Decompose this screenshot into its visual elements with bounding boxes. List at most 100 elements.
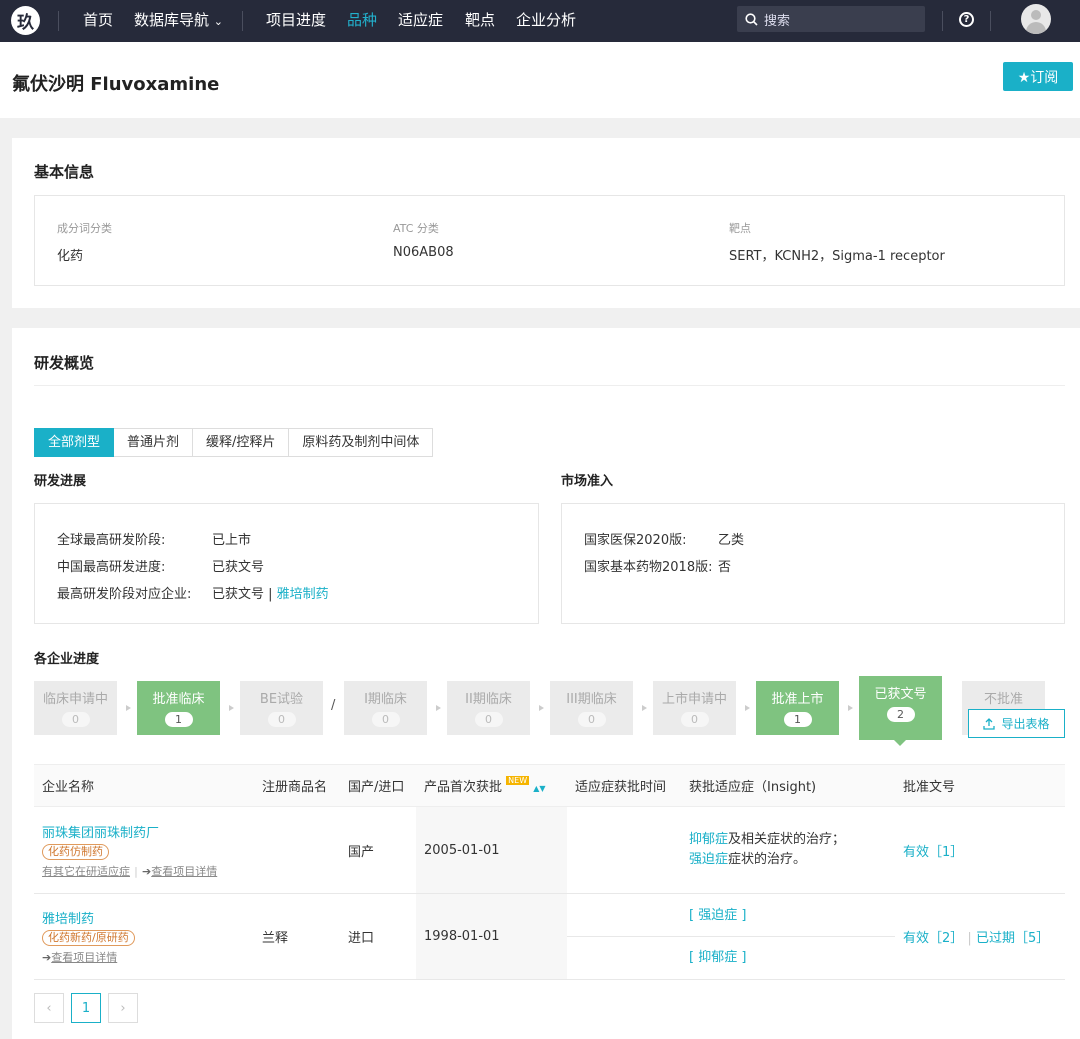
brand-cell: 兰释 xyxy=(254,893,340,980)
stage-name: I期临床 xyxy=(364,692,407,707)
selected-pointer xyxy=(894,740,906,746)
nav-home[interactable]: 首页 xyxy=(83,0,113,42)
stage-market-apply[interactable]: 上市申请中 0 xyxy=(653,681,736,735)
stage-name: 临床申请中 xyxy=(42,692,108,707)
indication-link[interactable]: [ 抑郁症 ] xyxy=(689,950,746,965)
logo[interactable]: 玖 xyxy=(11,6,40,35)
search-icon xyxy=(745,12,758,26)
help-icon[interactable]: ? xyxy=(959,12,974,27)
prev-page-button[interactable]: ‹ xyxy=(34,993,64,1023)
project-detail-link[interactable]: 查看项目详情 xyxy=(151,865,217,878)
stage-count: 2 xyxy=(886,707,915,722)
col-ind-time: 适应症获批时间 xyxy=(567,764,681,807)
arrow-icon xyxy=(848,705,853,711)
indication-link[interactable]: 强迫症 xyxy=(689,852,728,867)
field-value: SERT，KCNH2，Sigma-1 receptor xyxy=(729,249,945,264)
field-label: ATC 分类 xyxy=(393,222,439,235)
page-title: 氟伏沙明 Fluvoxamine xyxy=(12,74,220,95)
company-link[interactable]: 丽珠集团丽珠制药厂 xyxy=(42,822,254,841)
field-value: N06AB08 xyxy=(393,245,454,260)
approval-link[interactable]: 有效［2］ xyxy=(903,931,963,946)
stage-count: 0 xyxy=(577,712,606,727)
company-cell: 雅培制药 化药新药/原研药 ➔查看项目详情 xyxy=(34,893,254,980)
page-header: 氟伏沙明 Fluvoxamine ★订阅 xyxy=(0,42,1080,118)
nav-divider xyxy=(242,11,243,31)
upload-icon xyxy=(983,717,996,730)
chevron-down-icon: ⌄ xyxy=(213,15,224,28)
nav-indication[interactable]: 适应症 xyxy=(398,0,443,42)
stage-approval-number[interactable]: 已获文号 2 xyxy=(859,676,942,740)
indication-link[interactable]: 抑郁症 xyxy=(689,832,728,847)
stage-count: 0 xyxy=(474,712,503,727)
search-input[interactable]: 搜索 xyxy=(737,6,925,32)
basic-info-title: 基本信息 xyxy=(34,163,95,181)
stage-count: 1 xyxy=(783,712,812,727)
first-approval-cell: 1998-01-01 xyxy=(416,893,567,980)
nav-project-progress[interactable]: 项目进度 xyxy=(266,0,326,42)
field-value: 化药 xyxy=(57,249,84,264)
arrow-circle-icon: ➔ xyxy=(42,951,52,964)
field-label: 成分词分类 xyxy=(57,222,112,235)
indication-text: 症状的治疗。 xyxy=(728,852,807,867)
company-table: 企业名称 注册商品名 国产/进口 产品首次获批 NEW ▲▼ 适应症获批时间 获… xyxy=(34,764,1065,980)
col-indication: 获批适应症（Insight) xyxy=(681,764,895,807)
avatar[interactable] xyxy=(1021,4,1051,34)
type-tag: 化药新药/原研药 xyxy=(42,930,135,946)
stage-name: BE试验 xyxy=(259,692,304,707)
stage-phase-3[interactable]: III期临床 0 xyxy=(550,681,633,735)
nav-divider xyxy=(990,11,991,31)
nav-divider xyxy=(58,11,59,31)
ind-time-cell xyxy=(567,806,681,894)
col-first-approval[interactable]: 产品首次获批 NEW ▲▼ xyxy=(416,764,567,807)
field-label: 靶点 xyxy=(729,222,751,235)
first-approval-cell: 2005-01-01 xyxy=(416,806,567,894)
stage-name: 批准临床 xyxy=(152,692,205,707)
stage-clinical-apply[interactable]: 临床申请中 0 xyxy=(34,681,117,735)
basic-info-card: 基本信息 成分词分类 化药 ATC 分类 N06AB08 靶点 SERT，KCN… xyxy=(12,138,1080,308)
stage-count: 0 xyxy=(371,712,400,727)
stage-count: 1 xyxy=(164,712,193,727)
indication-cell: 抑郁症及相关症状的治疗； 强迫症症状的治疗。 xyxy=(681,806,895,894)
indication-cell: [ 强迫症 ] [ 抑郁症 ] xyxy=(567,893,895,980)
stage-market-approved[interactable]: 批准上市 1 xyxy=(756,681,839,735)
type-tag: 化药仿制药 xyxy=(42,843,109,860)
nav-variety[interactable]: 品种 xyxy=(347,0,377,42)
origin-cell: 进口 xyxy=(340,893,416,980)
project-detail-link[interactable]: 查看项目详情 xyxy=(51,951,117,964)
other-indication-link[interactable]: 有其它在研适应症 xyxy=(42,865,130,878)
subscribe-button[interactable]: ★订阅 xyxy=(1003,62,1073,91)
sort-icon[interactable]: ▲▼ xyxy=(533,784,545,793)
nav-database[interactable]: 数据库导航 ⌄ xyxy=(134,0,223,42)
brand-cell xyxy=(254,806,340,894)
basic-info-box: 成分词分类 化药 ATC 分类 N06AB08 靶点 SERT，KCNH2，Si… xyxy=(34,195,1065,286)
arrow-icon xyxy=(539,705,544,711)
next-page-button[interactable]: › xyxy=(108,993,138,1023)
col-brand: 注册商品名 xyxy=(254,764,340,807)
stage-clinical-approved[interactable]: 批准临床 1 xyxy=(137,681,220,735)
company-cell: 丽珠集团丽珠制药厂 化药仿制药 有其它在研适应症 | ➔查看项目详情 xyxy=(34,806,254,894)
stage-name: 批准上市 xyxy=(771,692,824,707)
arrow-icon xyxy=(229,705,234,711)
new-badge: NEW xyxy=(506,776,530,785)
export-table-button[interactable]: 导出表格 xyxy=(968,709,1065,738)
nav-company-analysis[interactable]: 企业分析 xyxy=(516,0,576,42)
nav-target[interactable]: 靶点 xyxy=(465,0,495,42)
stage-phase-1[interactable]: I期临床 0 xyxy=(344,681,427,735)
stage-name: 不批准 xyxy=(983,692,1023,707)
stage-count: 0 xyxy=(267,712,296,727)
stage-phase-2[interactable]: II期临床 0 xyxy=(447,681,530,735)
approval-link[interactable]: 已过期［5］ xyxy=(976,931,1049,946)
slash-separator: / xyxy=(331,698,336,713)
top-nav: 玖 首页 数据库导航 ⌄ 项目进度 品种 适应症 靶点 企业分析 搜索 ? xyxy=(0,0,1080,42)
nav-divider xyxy=(942,11,943,31)
stage-name: III期临床 xyxy=(566,692,617,707)
company-link[interactable]: 雅培制药 xyxy=(42,908,254,927)
approval-link[interactable]: 有效［1］ xyxy=(895,806,1065,894)
col-origin: 国产/进口 xyxy=(340,764,416,807)
indication-text: 及相关症状的治疗； xyxy=(728,832,846,847)
indication-link[interactable]: [ 强迫症 ] xyxy=(689,908,746,923)
stage-be-trial[interactable]: BE试验 0 xyxy=(240,681,323,735)
table-row: 丽珠集团丽珠制药厂 化药仿制药 有其它在研适应症 | ➔查看项目详情 国产 20… xyxy=(34,806,1065,894)
approval-cell: 有效［2］ | 已过期［5］ xyxy=(895,893,1065,980)
page-1-button[interactable]: 1 xyxy=(71,993,101,1023)
